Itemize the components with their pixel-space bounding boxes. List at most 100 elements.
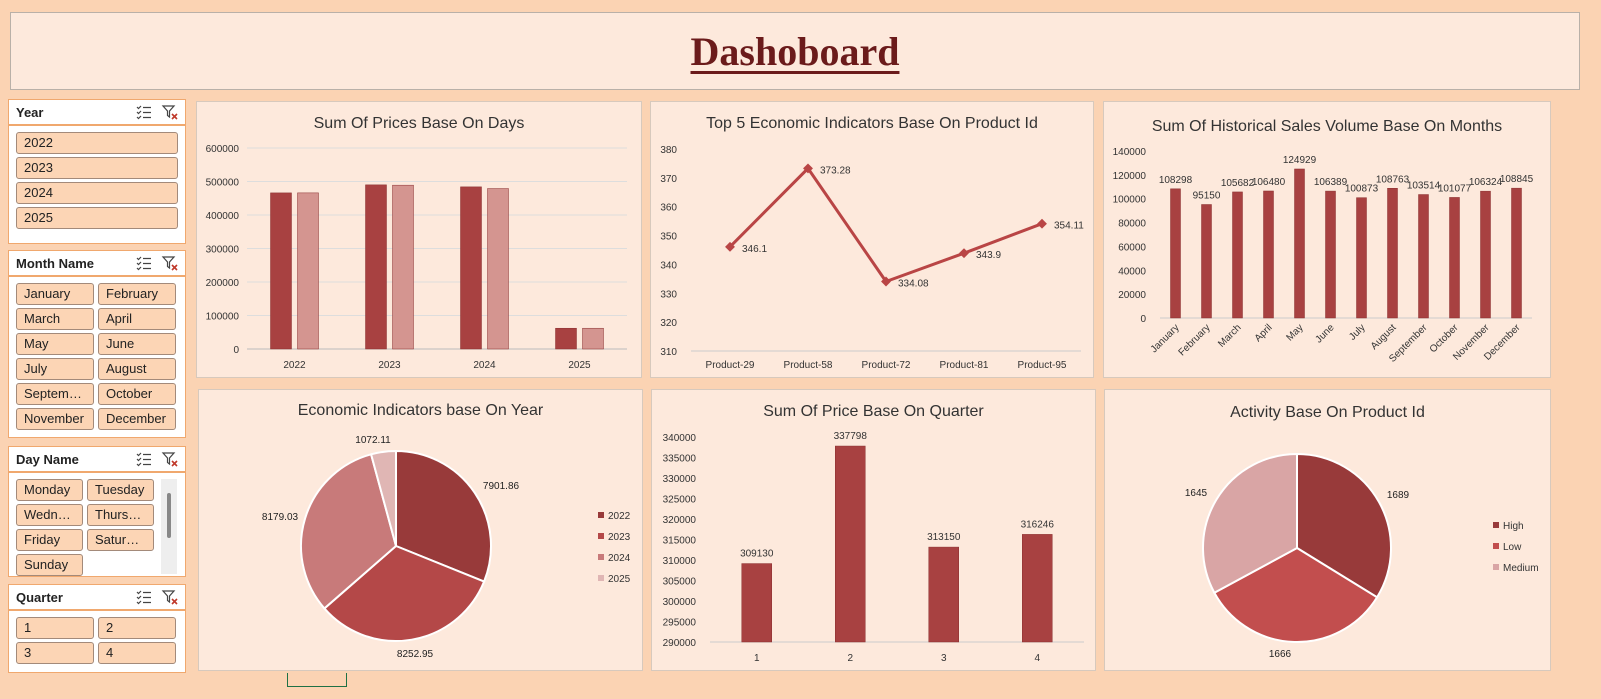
- x-tick-label: 1: [754, 653, 760, 664]
- chart-panel-activity-product[interactable]: Activity Base On Product Id 1689 1666 1645…: [1104, 389, 1551, 671]
- slicer-item-day[interactable]: Sunday: [16, 554, 83, 576]
- bar: [487, 188, 509, 350]
- legend-swatch: [1493, 522, 1499, 528]
- multi-select-icon[interactable]: [135, 103, 153, 121]
- slicer-item-month[interactable]: March: [16, 308, 94, 330]
- slicer-item-month[interactable]: February: [98, 283, 176, 305]
- x-tick-label: February: [1177, 322, 1213, 358]
- slicer-item-day[interactable]: Monday: [16, 479, 83, 501]
- chart-panel-sales-months[interactable]: Sum Of Historical Sales Volume Base On M…: [1103, 101, 1551, 378]
- scrollbar-thumb[interactable]: [167, 493, 171, 538]
- bar-chart-prices-days: 0 100000 200000 300000 400000 500000 600000 202…: [206, 144, 627, 371]
- multi-select-icon[interactable]: [135, 450, 153, 468]
- multi-select-icon[interactable]: [135, 588, 153, 606]
- bar: [1511, 187, 1522, 319]
- x-tick-label: August: [1369, 322, 1399, 352]
- chart-panel-price-quarter[interactable]: Sum Of Price Base On Quarter 290000 29500…: [651, 389, 1096, 671]
- slicer-item-day[interactable]: Saturday: [87, 529, 154, 551]
- day-name-slicer: Day Name Monday Tuesday Wedne... Thursday Fri…: [8, 446, 186, 577]
- clear-filter-icon[interactable]: [161, 588, 179, 606]
- y-tick-label: 300000: [663, 597, 697, 608]
- clear-filter-icon[interactable]: [161, 254, 179, 272]
- slicer-item-day[interactable]: Tuesday: [87, 479, 154, 501]
- slicer-item-quarter[interactable]: 2: [98, 617, 176, 639]
- slicer-item-month[interactable]: July: [16, 358, 94, 380]
- data-label: 334.08: [898, 279, 929, 290]
- data-label: 108763: [1376, 174, 1410, 185]
- slicer-item-quarter[interactable]: 1: [16, 617, 94, 639]
- slicer-item-month[interactable]: September: [16, 383, 94, 405]
- y-tick-label: 120000: [1113, 171, 1147, 182]
- chart-panel-econ-year[interactable]: Economic Indicators base On Year 7901.86…: [198, 389, 643, 671]
- x-tick-label: 2022: [283, 360, 306, 371]
- y-tick-label: 320: [660, 318, 677, 329]
- slicer-header: Quarter: [9, 585, 185, 611]
- slicer-item-year[interactable]: 2023: [16, 157, 178, 179]
- y-tick-label: 370: [660, 174, 677, 185]
- x-tick-label: 2024: [473, 360, 496, 371]
- x-tick-label: Product-95: [1018, 360, 1067, 371]
- data-label: 106389: [1314, 177, 1348, 188]
- data-label: 1666: [1269, 649, 1292, 660]
- slicer-item-month[interactable]: April: [98, 308, 176, 330]
- chart-panel-econ-product[interactable]: Top 5 Economic Indicators Base On Produc…: [650, 101, 1094, 378]
- slicer-item-quarter[interactable]: 3: [16, 642, 94, 664]
- data-label: 8179.03: [262, 512, 299, 523]
- data-label: 106324: [1469, 177, 1503, 188]
- y-tick-label: 340000: [663, 433, 697, 444]
- y-tick-label: 360: [660, 203, 677, 214]
- slicer-title: Month Name: [16, 255, 94, 271]
- data-label: 95150: [1193, 190, 1221, 201]
- y-tick-label: 400000: [206, 211, 240, 222]
- data-label: 373.28: [820, 165, 851, 176]
- slicer-item-quarter[interactable]: 4: [98, 642, 176, 664]
- month-name-slicer: Month Name January February March April May Ju…: [8, 250, 186, 438]
- slicer-item-month[interactable]: December: [98, 408, 176, 430]
- y-tick-label: 100000: [1113, 195, 1147, 206]
- quarter-slicer: Quarter 1 2 3 4: [8, 584, 186, 673]
- data-label: 108845: [1500, 174, 1534, 185]
- data-label: 8252.95: [397, 649, 434, 660]
- legend-label: 2025: [608, 574, 631, 585]
- data-label: 343.9: [976, 250, 1001, 261]
- selected-cell[interactable]: [287, 673, 347, 687]
- data-label: 346.1: [742, 244, 767, 255]
- clear-filter-icon[interactable]: [161, 450, 179, 468]
- y-tick-label: 20000: [1118, 290, 1146, 301]
- chart-panel-prices-days[interactable]: Sum Of Prices Base On Days 0 100000 200000…: [196, 101, 642, 378]
- bar: [1022, 534, 1053, 643]
- slicer-item-month[interactable]: October: [98, 383, 176, 405]
- bar: [460, 186, 482, 350]
- slicer-item-year[interactable]: 2025: [16, 207, 178, 229]
- x-tick-label: 2025: [568, 360, 591, 371]
- bar: [1418, 194, 1429, 319]
- slicer-item-month[interactable]: June: [98, 333, 176, 355]
- y-tick-label: 335000: [663, 454, 697, 465]
- slicer-item-day[interactable]: Thursday: [87, 504, 154, 526]
- slicer-scrollbar[interactable]: [161, 479, 177, 574]
- y-tick-label: 340: [660, 260, 677, 271]
- slicer-item-year[interactable]: 2022: [16, 132, 178, 154]
- dashboard-title-banner: Dashoboard: [10, 12, 1580, 90]
- bar: [555, 327, 577, 350]
- slicer-item-month[interactable]: November: [16, 408, 94, 430]
- data-label: 337798: [834, 431, 868, 442]
- slicer-item-month[interactable]: August: [98, 358, 176, 380]
- bar: [1325, 190, 1336, 319]
- multi-select-icon[interactable]: [135, 254, 153, 272]
- slicer-item-month[interactable]: January: [16, 283, 94, 305]
- pie-chart-econ-year: 7901.86 8252.95 8179.03 1072.11 2022 2023 2024…: [262, 435, 631, 660]
- x-tick-label: Product-29: [706, 360, 755, 371]
- clear-filter-icon[interactable]: [161, 103, 179, 121]
- data-label: 354.11: [1054, 221, 1084, 232]
- data-label: 106480: [1252, 177, 1286, 188]
- slicer-item-month[interactable]: May: [16, 333, 94, 355]
- data-label: 1645: [1185, 488, 1208, 499]
- slicer-item-day[interactable]: Wedne...: [16, 504, 83, 526]
- dashboard-title: Dashoboard: [690, 28, 900, 74]
- slicer-item-year[interactable]: 2024: [16, 182, 178, 204]
- x-tick-label: Product-72: [862, 360, 911, 371]
- slicer-item-day[interactable]: Friday: [16, 529, 83, 551]
- x-tick-label: 4: [1034, 653, 1040, 664]
- y-tick-label: 330: [660, 289, 677, 300]
